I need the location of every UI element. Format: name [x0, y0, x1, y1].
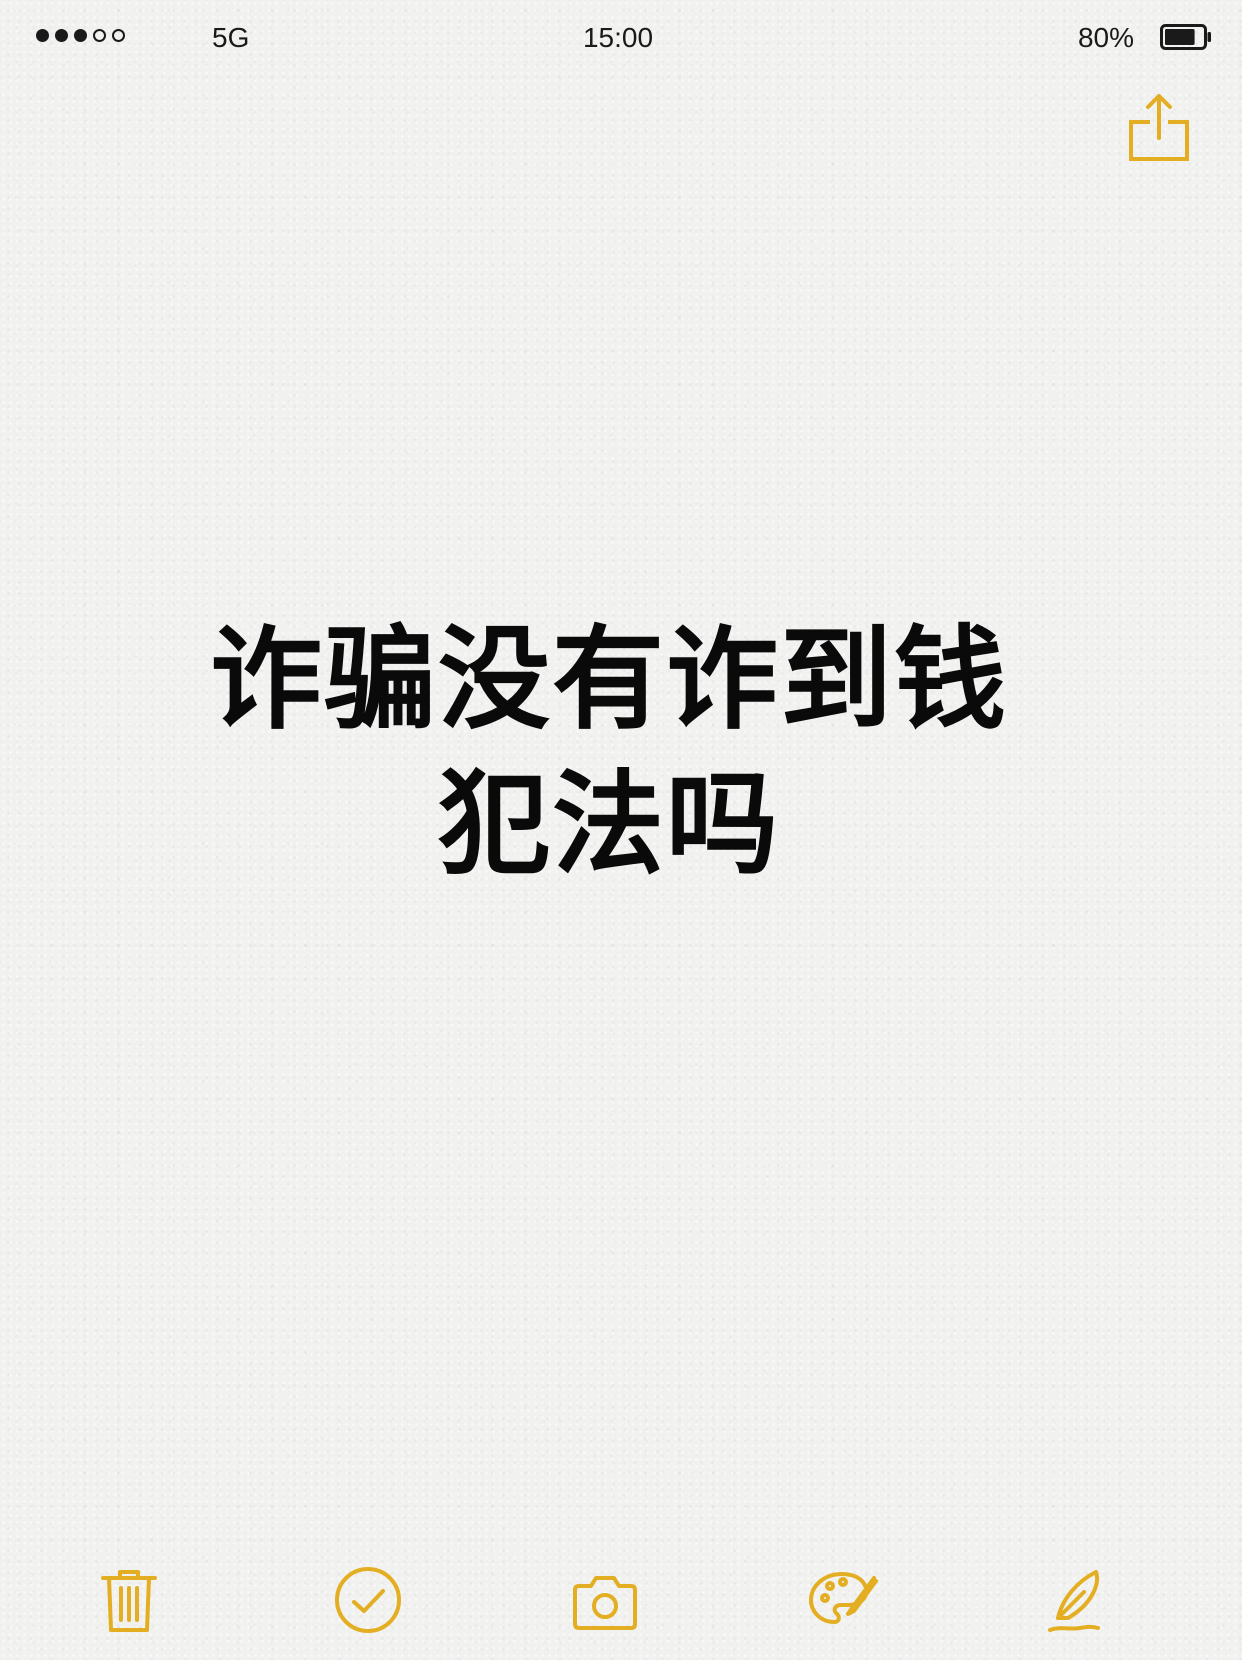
camera-icon [573, 1576, 637, 1630]
camera-button[interactable] [565, 1560, 645, 1640]
checklist-button[interactable] [328, 1560, 408, 1640]
note-title-line-1: 诈骗没有诈到钱 [210, 615, 1008, 745]
checklist-icon [335, 1567, 401, 1633]
note-body[interactable]: 诈骗没有诈到钱 犯法吗 [0, 608, 1242, 898]
battery-icon [1160, 24, 1211, 50]
share-button[interactable] [1128, 92, 1190, 162]
pen-icon [1048, 1570, 1100, 1632]
bottom-toolbar [0, 1560, 1242, 1640]
note-title-line-2: 犯法吗 [438, 760, 780, 890]
share-icon [1129, 94, 1189, 161]
status-bar: 5G 15:00 80% [0, 0, 1242, 76]
markup-palette-icon [809, 1572, 878, 1624]
delete-button[interactable] [89, 1560, 169, 1640]
markup-button[interactable] [802, 1560, 882, 1640]
battery-percent: 80% [1077, 22, 1134, 53]
compose-button[interactable] [1040, 1560, 1120, 1640]
status-time: 15:00 [582, 22, 654, 53]
trash-icon [101, 1570, 157, 1632]
note-title: 诈骗没有诈到钱 犯法吗 [210, 608, 1008, 898]
